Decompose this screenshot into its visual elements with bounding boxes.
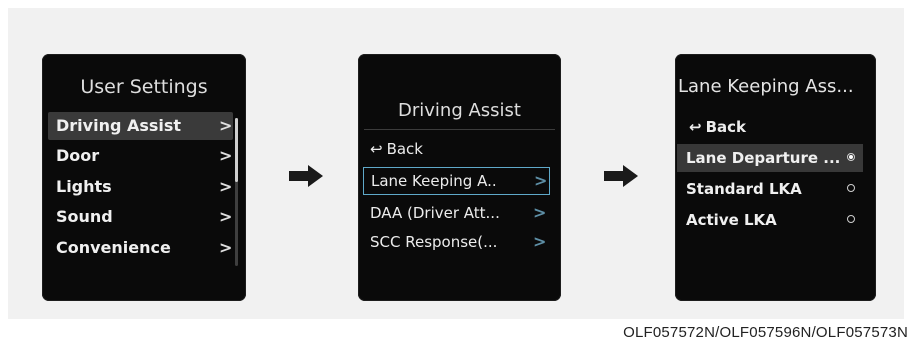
radio-unselected-icon — [847, 215, 855, 223]
back-label: Back — [705, 118, 747, 136]
menu-item-label: SCC Response(... — [370, 233, 498, 251]
chevron-right-icon: > — [219, 207, 233, 226]
menu-item-label: Driving Assist — [56, 116, 182, 135]
scrollbar-thumb[interactable] — [235, 118, 238, 182]
back-button[interactable]: ↩ Back — [689, 118, 746, 136]
option-label: Lane Departure ... — [686, 149, 841, 167]
lane-keeping-assist-screen: Lane Keeping Ass... ↩ Back Lane Departure… — [675, 54, 876, 301]
option-lane-departure[interactable]: Lane Departure ... — [677, 144, 863, 172]
option-standard-lka[interactable]: Standard LKA — [677, 176, 863, 202]
chevron-right-icon: > — [533, 203, 547, 222]
menu-item-convenience[interactable]: Convenience > — [56, 235, 234, 261]
title-divider — [364, 129, 555, 130]
menu-item-door[interactable]: Door > — [56, 143, 234, 169]
menu-item-daa[interactable]: DAA (Driver Att... > — [363, 200, 550, 226]
chevron-right-icon: > — [219, 177, 233, 196]
menu-item-label: Door — [56, 146, 100, 165]
back-label: Back — [386, 140, 423, 158]
radio-selected-icon — [847, 153, 855, 161]
screen-title: Driving Assist — [398, 100, 521, 121]
back-arrow-icon: ↩ — [689, 118, 702, 136]
right-arrow-icon — [604, 165, 638, 187]
radio-unselected-icon — [847, 184, 855, 192]
menu-item-lane-keeping[interactable]: Lane Keeping A.. > — [363, 167, 550, 195]
menu-item-label: Sound — [56, 207, 113, 226]
menu-item-label: Lane Keeping A.. — [371, 172, 497, 190]
user-settings-screen: User Settings Driving Assist > Door > Li… — [42, 54, 246, 301]
driving-assist-screen: Driving Assist ↩ Back Lane Keeping A.. > … — [358, 54, 561, 301]
figure-caption: OLF057572N/OLF057596N/OLF057573N — [623, 324, 908, 341]
right-arrow-icon — [289, 165, 323, 187]
screen-title: Lane Keeping Ass... — [678, 76, 854, 97]
chevron-right-icon: > — [219, 238, 233, 257]
menu-item-label: Lights — [56, 177, 112, 196]
back-arrow-icon: ↩ — [370, 140, 383, 158]
option-label: Active LKA — [686, 211, 777, 229]
menu-item-sound[interactable]: Sound > — [56, 204, 234, 230]
menu-item-lights[interactable]: Lights > — [56, 174, 234, 200]
chevron-right-icon: > — [534, 171, 548, 190]
back-button[interactable]: ↩ Back — [370, 140, 423, 158]
option-label: Standard LKA — [686, 180, 802, 198]
chevron-right-icon: > — [533, 232, 547, 251]
menu-item-label: Convenience — [56, 238, 171, 257]
menu-item-label: DAA (Driver Att... — [370, 204, 500, 222]
chevron-right-icon: > — [219, 146, 233, 165]
menu-item-scc-response[interactable]: SCC Response(... > — [363, 229, 550, 255]
screen-title: User Settings — [80, 76, 208, 98]
menu-item-driving-assist[interactable]: Driving Assist > — [56, 113, 234, 139]
option-active-lka[interactable]: Active LKA — [677, 207, 863, 233]
chevron-right-icon: > — [219, 116, 233, 135]
